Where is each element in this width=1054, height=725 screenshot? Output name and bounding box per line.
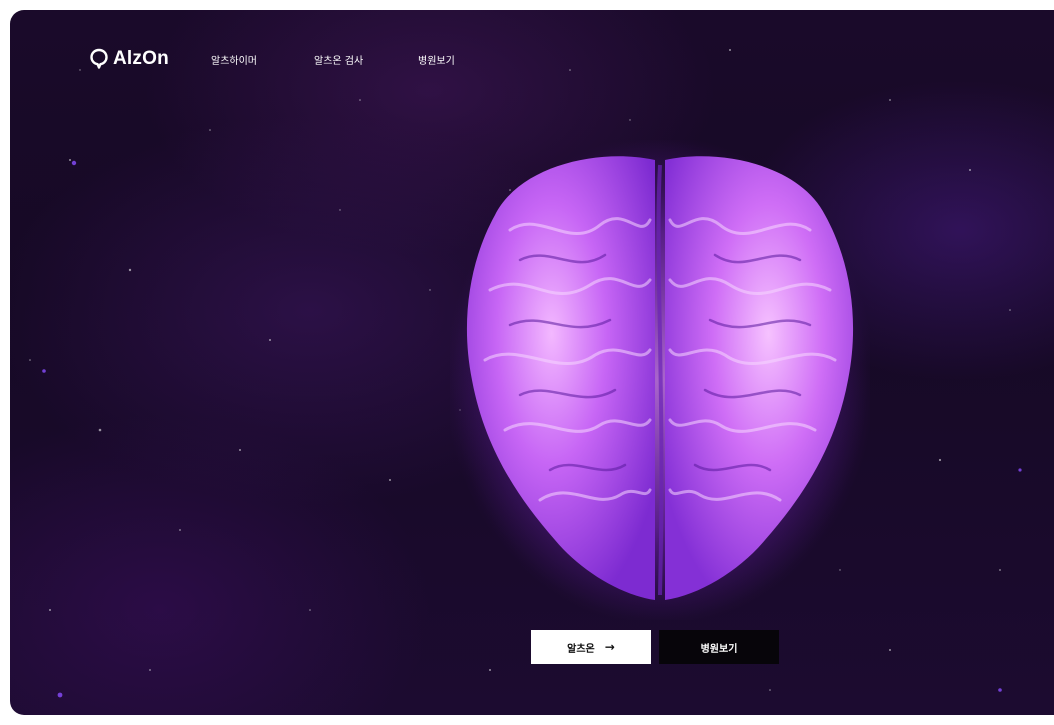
- brand-logo[interactable]: AlzOn: [90, 48, 169, 70]
- nav-item-hospitals[interactable]: 병원보기: [418, 52, 455, 67]
- glowing-brain-icon: [450, 140, 870, 620]
- arrow-right-icon: →: [604, 640, 615, 654]
- hero-section: AlzOn 알츠하이머 알츠온 검사 병원보기 알츠온 → 병원보기: [10, 10, 1054, 715]
- brand-name: AlzOn: [113, 48, 169, 69]
- nav-item-alzon-test[interactable]: 알츠온 검사: [314, 52, 363, 67]
- logo-pin-icon: [90, 48, 108, 69]
- nav-item-alzheimer[interactable]: 알츠하이머: [211, 52, 257, 67]
- view-hospitals-label: 병원보기: [700, 643, 738, 655]
- top-navigation: AlzOn 알츠하이머 알츠온 검사 병원보기: [10, 10, 1054, 110]
- view-hospitals-button[interactable]: 병원보기: [659, 630, 779, 664]
- alzon-start-label: 알츠온: [567, 643, 595, 655]
- alzon-start-button[interactable]: 알츠온 →: [531, 630, 651, 664]
